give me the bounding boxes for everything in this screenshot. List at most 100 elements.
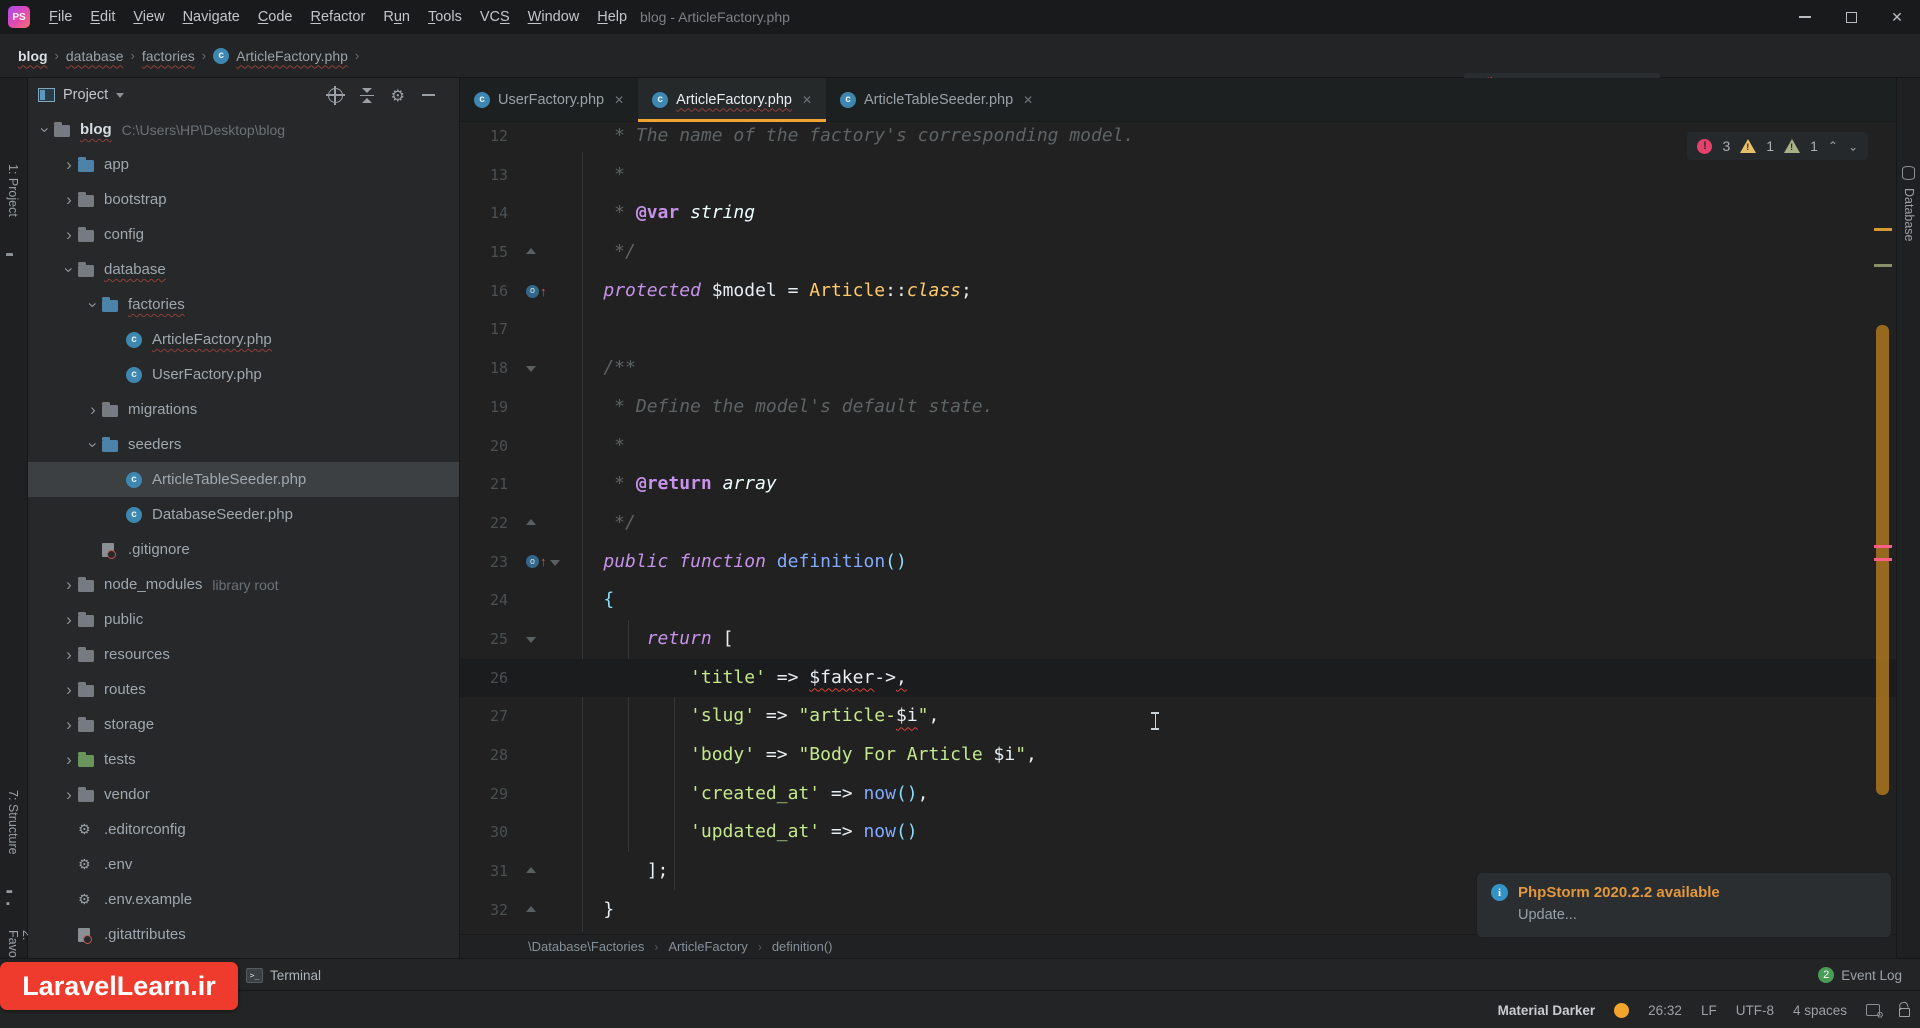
fold-marker-icon[interactable] <box>549 557 560 567</box>
code-line-21[interactable]: 21 * @return array <box>460 465 1896 504</box>
tree-item-vendor[interactable]: › vendor <box>28 777 459 812</box>
breadcrumb-item-articlefactory.php[interactable]: ArticleFactory.php <box>236 48 348 64</box>
fold-marker-icon[interactable] <box>526 866 536 876</box>
code-line-22[interactable]: 22 */ <box>460 504 1896 543</box>
tree-item-database[interactable]: › database <box>28 252 459 287</box>
code-line-28[interactable]: 28 'body' => "Body For Article $i", <box>460 736 1896 775</box>
code-line-19[interactable]: 19 * Define the model's default state. <box>460 388 1896 427</box>
code-area[interactable]: 12 * The name of the factory's correspon… <box>460 122 1896 934</box>
update-link[interactable]: Update... <box>1518 907 1877 923</box>
override-method-icon[interactable]: o <box>526 284 539 298</box>
tree-item-node-modules[interactable]: › node_modules library root <box>28 567 459 602</box>
menu-edit[interactable]: Edit <box>81 0 124 34</box>
code-line-15[interactable]: 15 */ <box>460 233 1896 272</box>
tree-item-articletableseeder-php[interactable]: c ArticleTableSeeder.php <box>28 462 459 497</box>
tree-chevron-icon[interactable]: › <box>60 716 78 733</box>
gear-icon[interactable]: ⚙ <box>391 86 405 105</box>
code-line-16[interactable]: 16 o ↑ protected $model = Article::class; <box>460 272 1896 311</box>
indent-setting[interactable]: 4 spaces <box>1793 1003 1847 1018</box>
code-line-26[interactable]: 26 'title' => $faker->, <box>460 658 1896 698</box>
hide-panel-icon[interactable] <box>422 94 435 96</box>
tool-button-structure[interactable]: 7: Structure <box>6 790 20 855</box>
editor-breadcrumb-item[interactable]: \Database\Factories <box>528 939 644 954</box>
tree-item-userfactory-php[interactable]: c UserFactory.php <box>28 357 459 392</box>
select-opened-file-icon[interactable] <box>325 85 345 105</box>
tree-item--gitignore[interactable]: .gitignore <box>28 532 459 567</box>
code-line-18[interactable]: 18 /** <box>460 349 1896 388</box>
tool-button-database[interactable]: Database <box>1902 188 1916 242</box>
tree-chevron-icon[interactable]: › <box>60 156 78 173</box>
chevron-down-icon[interactable] <box>116 92 125 98</box>
menu-navigate[interactable]: Navigate <box>174 0 249 34</box>
code-line-17[interactable]: 17 <box>460 310 1896 349</box>
code-line-23[interactable]: 23 o ↑ public function definition() <box>460 543 1896 582</box>
tree-item-blog[interactable]: › blog C:\Users\HP\Desktop\blog <box>28 112 459 147</box>
theme-indicator[interactable]: Material Darker <box>1498 1003 1596 1018</box>
close-button[interactable]: ✕ <box>1874 0 1920 34</box>
tree-item-app[interactable]: › app <box>28 147 459 182</box>
breadcrumb-item-factories[interactable]: factories <box>142 48 195 64</box>
tab-userfactory-php[interactable]: c UserFactory.php ✕ <box>460 78 638 121</box>
tree-chevron-icon[interactable]: › <box>60 681 78 698</box>
tree-item-bootstrap[interactable]: › bootstrap <box>28 182 459 217</box>
menu-help[interactable]: Help <box>588 0 636 34</box>
code-line-27[interactable]: 27 'slug' => "article-$i", <box>460 697 1896 736</box>
tree-chevron-icon[interactable]: › <box>60 191 78 208</box>
inspections-widget[interactable]: ! 3 ! 1 ! 1 ⌃ ⌃ <box>1687 132 1868 160</box>
tree-chevron-icon[interactable]: › <box>60 751 78 768</box>
editor-breadcrumb-item[interactable]: ArticleFactory <box>668 939 747 954</box>
tree-item-databaseseeder-php[interactable]: c DatabaseSeeder.php <box>28 497 459 532</box>
tool-button-project[interactable]: 1: Project <box>6 164 20 217</box>
menu-code[interactable]: Code <box>249 0 302 34</box>
project-panel-title[interactable]: Project <box>63 87 108 103</box>
unlock-icon[interactable] <box>1899 1008 1910 1017</box>
theme-color-dot[interactable] <box>1614 1002 1630 1018</box>
fold-marker-icon[interactable] <box>526 247 536 257</box>
tree-chevron-icon[interactable]: › <box>60 261 79 279</box>
editor-breadcrumb-item[interactable]: definition() <box>772 939 833 954</box>
code-line-29[interactable]: 29 'created_at' => now(), <box>460 775 1896 814</box>
close-icon[interactable]: ✕ <box>614 93 624 107</box>
tree-item-storage[interactable]: › storage <box>28 707 459 742</box>
tree-chevron-icon[interactable]: › <box>60 786 78 803</box>
tree-item--gitattributes[interactable]: .gitattributes <box>28 917 459 952</box>
breadcrumb-item-blog[interactable]: blog <box>18 48 48 64</box>
tool-button-terminal[interactable]: >_ Terminal <box>246 959 321 991</box>
breadcrumb-item-database[interactable]: database <box>66 48 124 64</box>
menu-tools[interactable]: Tools <box>419 0 471 34</box>
code-line-25[interactable]: 25 return [ <box>460 620 1896 659</box>
fold-marker-icon[interactable] <box>526 518 536 528</box>
previous-problem-icon[interactable]: ⌃ <box>1828 139 1838 153</box>
tree-chevron-icon[interactable]: › <box>84 436 103 454</box>
code-line-12[interactable]: 12 * The name of the factory's correspon… <box>460 122 1896 156</box>
tree-chevron-icon[interactable]: › <box>84 296 103 314</box>
tree-item-public[interactable]: › public <box>28 602 459 637</box>
tree-item-seeders[interactable]: › seeders <box>28 427 459 462</box>
menu-file[interactable]: File <box>40 0 81 34</box>
event-log-button[interactable]: 2 Event Log <box>1818 959 1902 991</box>
code-line-14[interactable]: 14 * @var string <box>460 194 1896 233</box>
inspection-profile-icon[interactable] <box>1866 1004 1884 1021</box>
menu-window[interactable]: Window <box>519 0 589 34</box>
menu-run[interactable]: Run <box>374 0 419 34</box>
code-line-30[interactable]: 30 'updated_at' => now() <box>460 813 1896 852</box>
tree-item--env-example[interactable]: ⚙ .env.example <box>28 882 459 917</box>
tree-item--env[interactable]: ⚙ .env <box>28 847 459 882</box>
tree-item-resources[interactable]: › resources <box>28 637 459 672</box>
tree-item-routes[interactable]: › routes <box>28 672 459 707</box>
tree-item-factories[interactable]: › factories <box>28 287 459 322</box>
fold-marker-icon[interactable] <box>526 905 536 915</box>
minimize-button[interactable] <box>1782 0 1828 34</box>
override-method-icon[interactable]: o <box>526 555 539 569</box>
tab-articletableseeder-php[interactable]: c ArticleTableSeeder.php ✕ <box>826 78 1047 121</box>
tree-item-config[interactable]: › config <box>28 217 459 252</box>
tree-chevron-icon[interactable]: › <box>84 401 102 418</box>
tree-item--editorconfig[interactable]: ⚙ .editorconfig <box>28 812 459 847</box>
tree-chevron-icon[interactable]: › <box>36 121 55 139</box>
tree-chevron-icon[interactable]: › <box>60 576 78 593</box>
menu-refactor[interactable]: Refactor <box>302 0 375 34</box>
collapse-all-icon[interactable] <box>359 87 374 103</box>
code-line-20[interactable]: 20 * <box>460 427 1896 466</box>
close-icon[interactable]: ✕ <box>1023 93 1033 107</box>
menu-vcs[interactable]: VCS <box>471 0 519 34</box>
